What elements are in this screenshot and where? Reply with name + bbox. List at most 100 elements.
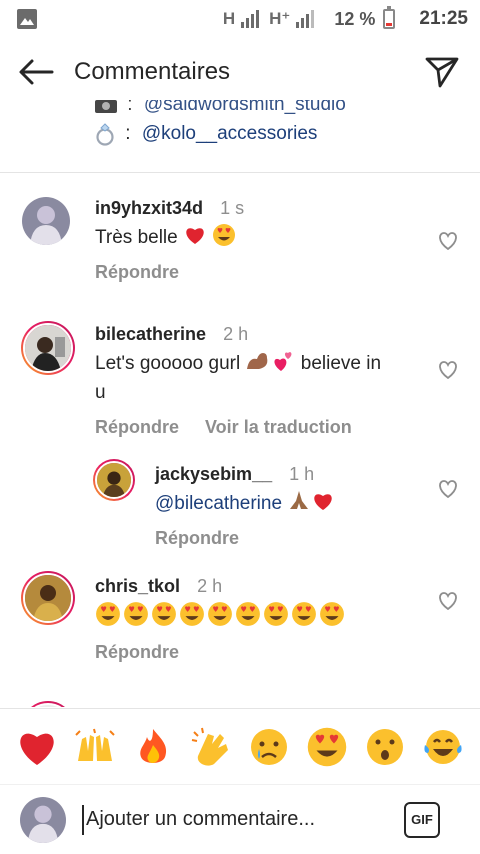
user-photo bbox=[22, 197, 70, 245]
avatar[interactable] bbox=[21, 701, 75, 707]
caption-separator: : bbox=[125, 123, 131, 145]
heart-eyes-icon bbox=[213, 224, 236, 246]
heart-outline-icon bbox=[439, 592, 457, 610]
like-button[interactable] bbox=[436, 229, 460, 253]
user-photo bbox=[25, 575, 71, 621]
clock: 21:25 bbox=[419, 8, 468, 29]
reply-button[interactable]: Répondre bbox=[155, 528, 239, 549]
tears-of-joy-icon bbox=[424, 729, 462, 764]
emoji-crying-button[interactable] bbox=[246, 724, 292, 770]
user-photo bbox=[97, 463, 131, 497]
network-type-1: H bbox=[222, 9, 236, 28]
emoji-fire-button[interactable] bbox=[130, 724, 176, 770]
emoji-tears-of-joy-button[interactable] bbox=[420, 724, 466, 770]
camera-emoji-icon bbox=[95, 100, 117, 113]
heart-eyes-icon bbox=[292, 602, 316, 626]
caption-mention[interactable]: @kolo__accessories bbox=[142, 123, 318, 144]
translate-button[interactable]: Voir la traduction bbox=[205, 417, 352, 438]
folded-hands-icon bbox=[290, 491, 309, 509]
like-button[interactable] bbox=[436, 358, 460, 382]
user-photo bbox=[20, 796, 66, 843]
heart-outline-icon bbox=[439, 232, 457, 250]
heart-eyes-icon bbox=[264, 602, 288, 626]
comment-username[interactable]: bilecatherine bbox=[95, 324, 206, 344]
caption-line: : @kolo__accessories bbox=[94, 122, 317, 146]
share-button[interactable] bbox=[420, 50, 464, 94]
comment-text-part: Let's gooooo gurl bbox=[95, 353, 241, 374]
heart-eyes-icon bbox=[307, 727, 347, 766]
signal-icon bbox=[296, 10, 315, 28]
flexed-biceps-icon bbox=[247, 353, 268, 369]
red-heart-icon bbox=[186, 228, 204, 244]
comment-time: 2 h bbox=[197, 576, 223, 596]
avatar[interactable] bbox=[93, 459, 135, 501]
comment-time: 2 h bbox=[223, 324, 249, 344]
comment-text-part: u bbox=[95, 382, 106, 403]
crying-face-icon bbox=[251, 728, 287, 765]
gallery-icon bbox=[17, 9, 37, 29]
caption-mention[interactable]: @saidwordsmith_studio bbox=[144, 100, 346, 115]
battery-icon bbox=[383, 6, 396, 29]
avatar[interactable] bbox=[21, 571, 75, 625]
emoji-quick-bar bbox=[0, 708, 480, 784]
comment-username[interactable]: jackysebim__ bbox=[155, 464, 272, 484]
reply-button[interactable]: Répondre bbox=[95, 417, 179, 438]
heart-eyes-icon bbox=[236, 602, 260, 626]
mention-link[interactable]: @bilecatherine bbox=[155, 493, 282, 514]
emoji-heart-button[interactable] bbox=[14, 724, 60, 770]
emoji-heart-eyes-button[interactable] bbox=[304, 724, 350, 770]
arrow-left-icon bbox=[19, 59, 54, 85]
comment-username[interactable]: chris_tkol bbox=[95, 576, 180, 596]
heart-outline-icon bbox=[439, 480, 457, 498]
reply-button[interactable]: Répondre bbox=[95, 642, 179, 663]
two-hearts-icon bbox=[274, 352, 292, 371]
emoji-clapping-button[interactable] bbox=[188, 724, 234, 770]
comment-text-part: Très belle bbox=[95, 227, 178, 248]
heart-icon bbox=[20, 733, 54, 765]
red-heart-icon bbox=[314, 494, 333, 510]
like-button[interactable] bbox=[436, 589, 460, 613]
comment-text-part: believe in bbox=[300, 353, 382, 374]
gif-button[interactable]: GIF bbox=[404, 801, 440, 838]
raising-hands-icon bbox=[75, 728, 115, 761]
heart-outline-icon bbox=[439, 361, 457, 379]
emoji-surprised-button[interactable] bbox=[362, 724, 408, 770]
fire-icon bbox=[140, 728, 167, 763]
ring-emoji-icon bbox=[96, 123, 114, 146]
page-title: Commentaires bbox=[74, 58, 231, 85]
battery-percentage: 12 % bbox=[334, 8, 376, 29]
caption-text: : @saidwordsmith_studio : @kolo__accesso… bbox=[0, 100, 480, 170]
comment-text bbox=[95, 601, 415, 632]
comments-list[interactable]: in9yhzxit34d 1 s Très belle Répondre bil… bbox=[0, 173, 480, 707]
comment-input[interactable] bbox=[82, 804, 362, 835]
heart-eyes-icon bbox=[124, 602, 148, 626]
back-button[interactable] bbox=[12, 48, 60, 96]
avatar[interactable] bbox=[22, 197, 70, 245]
user-photo bbox=[25, 325, 71, 371]
heart-eyes-icon bbox=[96, 602, 120, 626]
comment-time: 1 h bbox=[289, 464, 315, 484]
heart-eyes-icon bbox=[180, 602, 204, 626]
comment-time: 1 s bbox=[220, 198, 245, 218]
surprised-face-icon bbox=[367, 728, 403, 765]
like-button[interactable] bbox=[436, 477, 460, 501]
status-bar: H H⁺ 12 % 21:25 bbox=[0, 0, 480, 38]
header: Commentaires bbox=[0, 44, 480, 100]
comment-text: Très belle bbox=[95, 223, 415, 252]
clapping-hands-icon bbox=[191, 727, 228, 766]
heart-eyes-icon bbox=[208, 602, 232, 626]
reply-button[interactable]: Répondre bbox=[95, 262, 179, 283]
avatar[interactable] bbox=[21, 321, 75, 375]
comment-text: Let's gooooo gurl believe in u bbox=[95, 349, 425, 407]
comment-text: @bilecatherine bbox=[155, 489, 425, 518]
network-type-2: H⁺ bbox=[269, 9, 291, 28]
caption-separator: : bbox=[127, 100, 133, 115]
heart-eyes-icon bbox=[152, 602, 176, 626]
avatar bbox=[20, 796, 66, 843]
heart-eyes-icon bbox=[320, 602, 344, 626]
paper-plane-icon bbox=[425, 57, 459, 88]
comment-composer: GIF bbox=[0, 784, 480, 854]
comment-username[interactable]: in9yhzxit34d bbox=[95, 198, 203, 218]
emoji-raising-hands-button[interactable] bbox=[72, 724, 118, 770]
signal-icon bbox=[241, 10, 260, 28]
